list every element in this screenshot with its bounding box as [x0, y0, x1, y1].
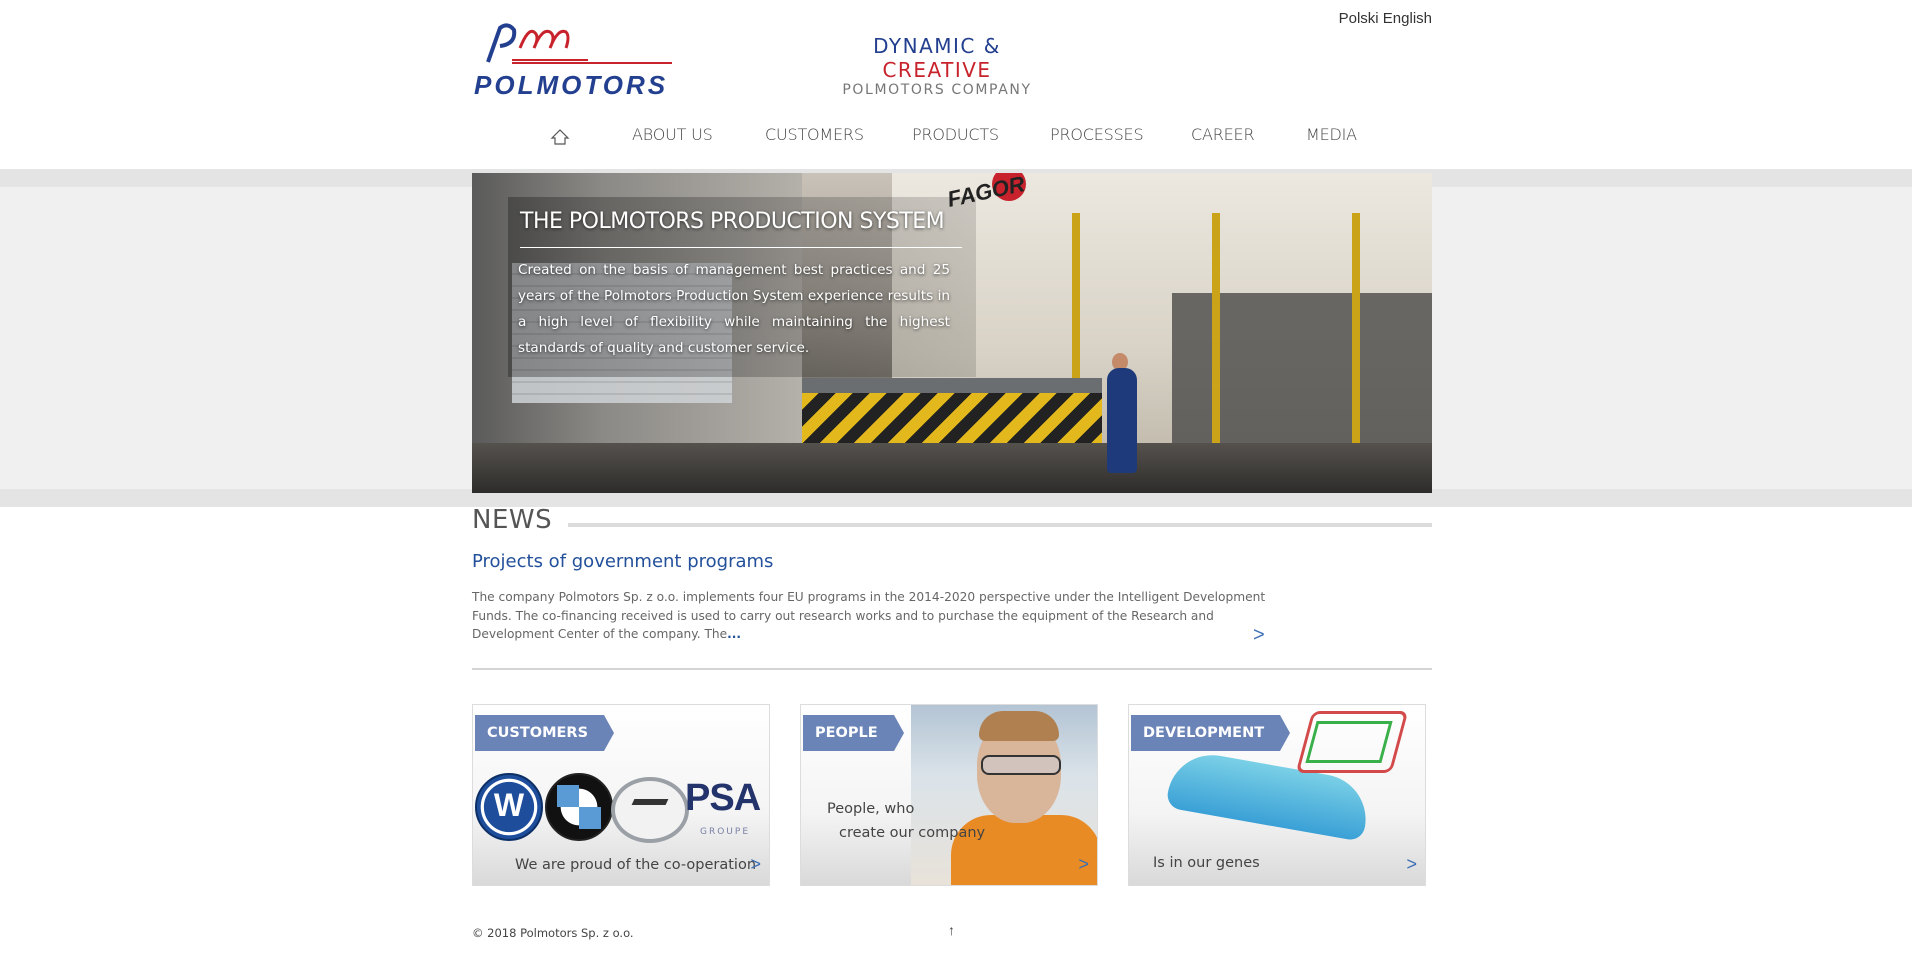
- hero-description: Created on the basis of management best …: [518, 262, 950, 356]
- psa-groupe-label: GROUPE: [700, 827, 751, 837]
- footer-copyright: © 2018 Polmotors Sp. z o.o.: [472, 926, 634, 940]
- vw-logo: W: [475, 773, 543, 841]
- tile-people[interactable]: PEOPLE People, who create our company >: [800, 704, 1098, 886]
- tile-customers-arrow[interactable]: >: [750, 854, 761, 875]
- tile-development-label: DEVELOPMENT: [1131, 715, 1291, 751]
- hero-floor: [472, 443, 1432, 493]
- news-item-text: The company Polmotors Sp. z o.o. impleme…: [472, 590, 1266, 641]
- tile-people-caption-line1: People, who: [827, 801, 915, 817]
- nav-products[interactable]: PRODUCTS: [912, 125, 999, 144]
- language-english[interactable]: English: [1383, 10, 1432, 27]
- people-photo-glasses: [981, 755, 1061, 775]
- opel-logo: [611, 777, 689, 843]
- news-next-arrow[interactable]: >: [1253, 624, 1265, 647]
- tagline-dynamic: DYNAMIC: [873, 34, 976, 58]
- tile-customers-label: CUSTOMERS: [475, 715, 615, 751]
- home-icon[interactable]: [550, 127, 570, 147]
- customer-logos: W PSA GROUPE: [475, 773, 767, 843]
- psa-logo: PSA: [685, 777, 761, 819]
- hero-divider: [520, 247, 962, 248]
- nav-career[interactable]: CAREER: [1191, 125, 1255, 144]
- vw-logo-letter: W: [493, 787, 525, 823]
- tile-people-caption-line2: create our company: [839, 825, 986, 841]
- news-heading: NEWS: [472, 505, 553, 535]
- back-to-top-arrow[interactable]: ↑: [948, 922, 955, 938]
- nav-customers[interactable]: CUSTOMERS: [765, 125, 864, 144]
- hero-banner[interactable]: FAGOR THE POLMOTORS PRODUCTION SYSTEM Cr…: [472, 173, 1432, 493]
- tagline-creative: CREATIVE: [882, 58, 992, 82]
- tile-customers[interactable]: W PSA GROUPE CUSTOMERS We are proud of t…: [472, 704, 770, 886]
- news-read-more[interactable]: ...: [727, 627, 741, 641]
- logo-underline: [512, 62, 672, 64]
- people-photo-hair: [979, 711, 1059, 741]
- news-item-body: The company Polmotors Sp. z o.o. impleme…: [472, 588, 1272, 644]
- tile-people-label: PEOPLE: [803, 715, 904, 751]
- bmw-quadrant: [557, 785, 579, 807]
- nav-processes[interactable]: PROCESSES: [1050, 125, 1144, 144]
- company-tagline: DYNAMIC & CREATIVE POLMOTORS COMPANY: [822, 34, 1052, 98]
- language-polski[interactable]: Polski: [1339, 10, 1379, 27]
- tile-development[interactable]: DEVELOPMENT Is in our genes >: [1128, 704, 1426, 886]
- tile-development-caption: Is in our genes: [1153, 855, 1260, 871]
- nav-about-us[interactable]: ABOUT US: [632, 125, 713, 144]
- news-heading-rule: [568, 523, 1432, 527]
- nav-media[interactable]: MEDIA: [1306, 125, 1357, 144]
- hero-worker: [1107, 368, 1137, 473]
- polmotors-logo[interactable]: POLMOTORS: [472, 22, 672, 100]
- hero-machine-column: [1352, 213, 1360, 443]
- language-switcher: Polski English: [1339, 10, 1432, 27]
- tile-people-arrow[interactable]: >: [1078, 854, 1089, 875]
- bmw-logo: [545, 773, 613, 841]
- tagline-amp: &: [983, 34, 1001, 58]
- logo-wordmark: POLMOTORS: [474, 70, 669, 100]
- news-item-title[interactable]: Projects of government programs: [472, 551, 773, 572]
- bmw-quadrant: [579, 807, 601, 829]
- opel-bolt: [631, 799, 669, 805]
- tagline-company: POLMOTORS COMPANY: [842, 82, 1032, 98]
- tile-development-arrow[interactable]: >: [1406, 854, 1417, 875]
- main-nav: ABOUT US CUSTOMERS PRODUCTS PROCESSES CA…: [472, 125, 1432, 149]
- hero-title: THE POLMOTORS PRODUCTION SYSTEM: [520, 209, 945, 234]
- hero-machine-column: [1212, 213, 1220, 443]
- hero-machine-base: [1172, 293, 1432, 453]
- development-frame-image: [1305, 721, 1393, 763]
- news-separator: [472, 668, 1432, 670]
- tile-customers-caption: We are proud of the co-operation: [515, 857, 757, 873]
